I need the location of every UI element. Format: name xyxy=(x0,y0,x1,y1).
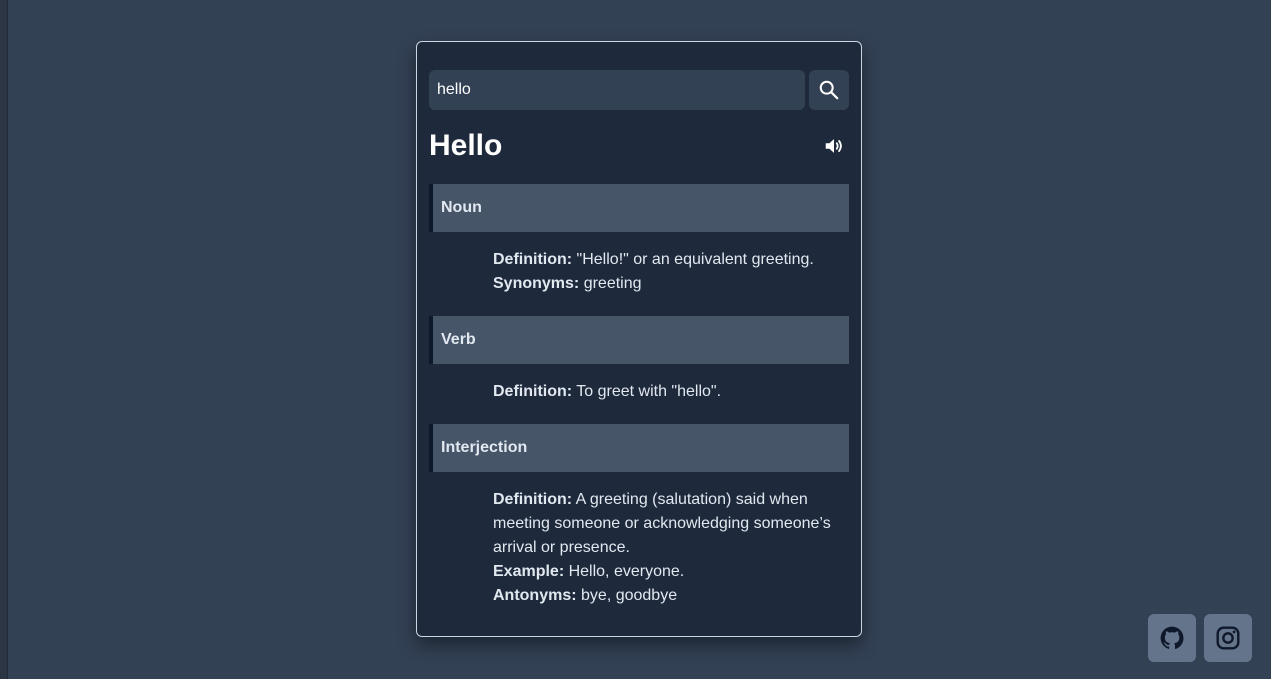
meaning-interjection: Interjection Definition: A greeting (sal… xyxy=(429,424,849,628)
part-of-speech-label: Verb xyxy=(441,331,476,348)
example-label: Example: xyxy=(493,563,565,580)
play-audio-button[interactable] xyxy=(819,131,849,161)
word-header: Hello xyxy=(429,128,849,164)
word-title: Hello xyxy=(429,129,503,162)
part-of-speech-header: Noun xyxy=(429,184,849,232)
synonyms-label: Synonyms: xyxy=(493,275,580,292)
meaning-noun: Noun Definition: "Hello!" or an equivale… xyxy=(429,184,849,316)
definition-label: Definition: xyxy=(493,383,573,400)
github-icon xyxy=(1159,625,1185,651)
antonyms-label: Antonyms: xyxy=(493,587,577,604)
part-of-speech-label: Noun xyxy=(441,199,482,216)
search-input[interactable] xyxy=(429,70,805,110)
part-of-speech-header: Verb xyxy=(429,316,849,364)
meaning-details: Definition: "Hello!" or an equivalent gr… xyxy=(429,232,849,316)
definition-label: Definition: xyxy=(493,251,573,268)
antonyms-line: Antonyms: bye, goodbye xyxy=(493,584,849,608)
window-left-edge xyxy=(0,0,8,679)
definition-line: Definition: "Hello!" or an equivalent gr… xyxy=(493,248,849,272)
definition-text: To greet with "hello". xyxy=(576,383,722,400)
definition-line: Definition: To greet with "hello". xyxy=(493,380,849,404)
speaker-icon xyxy=(823,135,845,157)
dictionary-card: Hello Noun Definition: "Hello!" or an xyxy=(416,41,862,637)
antonyms-text: bye, goodbye xyxy=(581,587,678,604)
example-line: Example: Hello, everyone. xyxy=(493,560,849,584)
search-icon xyxy=(818,79,840,101)
page: Hello Noun Definition: "Hello!" or an xyxy=(0,0,1271,679)
synonyms-line: Synonyms: greeting xyxy=(493,272,849,296)
meaning-details: Definition: To greet with "hello". xyxy=(429,364,849,424)
meaning-verb: Verb Definition: To greet with "hello". xyxy=(429,316,849,424)
definition-label: Definition: xyxy=(493,491,573,508)
synonyms-text: greeting xyxy=(583,275,642,292)
definition-line: Definition: A greeting (salutation) said… xyxy=(493,488,849,560)
instagram-link-button[interactable] xyxy=(1204,614,1252,662)
search-bar xyxy=(429,70,849,110)
part-of-speech-header: Interjection xyxy=(429,424,849,472)
example-text: Hello, everyone. xyxy=(568,563,685,580)
definition-text: "Hello!" or an equivalent greeting. xyxy=(576,251,814,268)
search-button[interactable] xyxy=(809,70,849,110)
part-of-speech-label: Interjection xyxy=(441,439,528,456)
instagram-icon xyxy=(1215,625,1241,651)
github-link-button[interactable] xyxy=(1148,614,1196,662)
meaning-details: Definition: A greeting (salutation) said… xyxy=(429,472,849,628)
